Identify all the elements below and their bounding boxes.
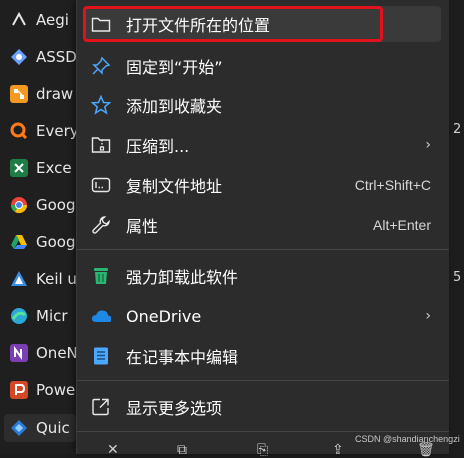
app-item[interactable]: Aegi: [10, 9, 69, 31]
app-label: Powe: [36, 381, 76, 399]
chevron-right-icon: ›: [425, 137, 431, 153]
app-icon: [10, 233, 28, 251]
app-label: Micr: [36, 307, 68, 325]
app-label: Goog: [36, 196, 76, 214]
app-label: Aegi: [36, 11, 69, 29]
copy-icon[interactable]: ⧉: [177, 442, 187, 458]
app-icon: [10, 307, 28, 325]
menu-item-label: 在记事本中编辑: [126, 348, 239, 367]
menu-item-force-uninstall[interactable]: 强力卸载此软件: [85, 258, 441, 294]
notepad-icon: [91, 346, 111, 366]
chevron-right-icon: ›: [425, 308, 431, 324]
menu-separator: [77, 431, 449, 432]
highlight-box: [83, 6, 383, 42]
shortcut-label: Alt+Enter: [373, 217, 431, 233]
app-label: Keil u: [36, 270, 77, 288]
app-label: Quic: [36, 419, 70, 437]
app-item[interactable]: OneN: [10, 342, 78, 364]
app-icon: [10, 196, 28, 214]
app-item[interactable]: Micr: [10, 305, 68, 327]
edge-text: 5: [453, 270, 462, 285]
pin-icon: [91, 56, 111, 76]
copy-path-icon: [91, 175, 111, 195]
menu-item-label: 复制文件地址: [126, 177, 223, 196]
menu-separator: [77, 249, 449, 250]
context-menu: 打开文件所在的位置 固定到“开始” 添加到收藏夹 压缩到... › 复制文件地址…: [76, 0, 449, 458]
zip-folder-icon: [91, 135, 111, 155]
app-item-selected[interactable]: Quic: [4, 414, 76, 442]
menu-item-copy-path[interactable]: 复制文件地址 Ctrl+Shift+C: [85, 167, 441, 203]
app-item[interactable]: Keil u: [10, 268, 77, 290]
app-label: draw: [36, 85, 74, 103]
menu-item-label: 添加到收藏夹: [126, 97, 223, 116]
menu-item-onedrive[interactable]: OneDrive ›: [85, 298, 441, 334]
shortcut-label: Ctrl+Shift+C: [354, 177, 431, 193]
app-icon: [10, 270, 28, 288]
app-icon: [10, 11, 28, 29]
menu-item-show-more-options[interactable]: 显示更多选项: [85, 389, 441, 425]
app-item[interactable]: Powe: [10, 379, 75, 401]
menu-item-label: 强力卸载此软件: [126, 268, 239, 287]
app-icon: [10, 344, 28, 362]
app-icon: [10, 381, 28, 399]
share-icon[interactable]: ⇪: [332, 442, 344, 458]
app-label: Goog: [36, 233, 76, 251]
app-icon: [10, 159, 28, 177]
menu-item-label: 固定到“开始”: [126, 58, 223, 77]
app-label: Every: [36, 122, 79, 140]
app-item[interactable]: ASSD: [10, 46, 77, 68]
star-icon: [91, 95, 111, 115]
app-icon: [10, 48, 28, 66]
menu-item-pin-to-start[interactable]: 固定到“开始”: [85, 48, 441, 84]
app-item[interactable]: Exce: [10, 157, 72, 179]
delete-icon[interactable]: 🗑: [417, 442, 435, 458]
menu-item-compress-to[interactable]: 压缩到... ›: [85, 127, 441, 163]
watermark: CSDN @shandianchengzi: [355, 434, 460, 444]
menu-separator: [77, 380, 449, 381]
app-item[interactable]: Goog: [10, 194, 76, 216]
app-item[interactable]: Every: [10, 120, 79, 142]
app-icon: [10, 419, 28, 437]
app-icon: [10, 122, 28, 140]
app-item[interactable]: Goog: [10, 231, 76, 253]
trash-icon: [91, 266, 111, 286]
menu-item-label: 显示更多选项: [126, 399, 223, 418]
app-label: Exce: [36, 159, 72, 177]
app-item[interactable]: draw: [10, 83, 73, 105]
menu-item-label: 压缩到...: [126, 137, 190, 156]
app-label: ASSD: [36, 48, 77, 66]
cut-icon[interactable]: ✕: [107, 442, 119, 458]
rename-icon[interactable]: ⎘: [257, 442, 268, 458]
open-external-icon: [91, 397, 111, 417]
edge-text: 2: [453, 122, 462, 137]
app-label: OneN: [36, 344, 78, 362]
menu-item-properties[interactable]: 属性 Alt+Enter: [85, 207, 441, 243]
menu-item-label: 属性: [126, 217, 159, 236]
onedrive-cloud-icon: [91, 306, 111, 326]
app-icon: [10, 85, 28, 103]
menu-item-label: OneDrive: [126, 306, 202, 326]
menu-item-edit-in-notepad[interactable]: 在记事本中编辑: [85, 338, 441, 374]
wrench-icon: [91, 215, 111, 235]
menu-item-add-favorites[interactable]: 添加到收藏夹: [85, 87, 441, 123]
